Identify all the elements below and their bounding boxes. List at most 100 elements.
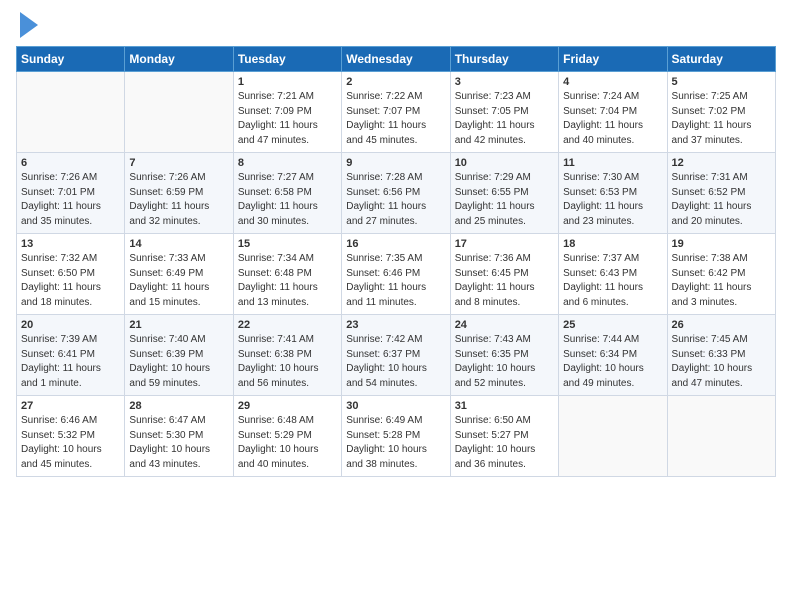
calendar-header-row: SundayMondayTuesdayWednesdayThursdayFrid… <box>17 47 776 72</box>
day-number: 5 <box>672 76 771 88</box>
day-number: 15 <box>238 238 337 250</box>
day-info: Sunrise: 7:36 AM Sunset: 6:45 PM Dayligh… <box>455 252 554 310</box>
calendar-cell: 8 Sunrise: 7:27 AM Sunset: 6:58 PM Daylig… <box>233 153 341 234</box>
day-info: Sunrise: 7:27 AM Sunset: 6:58 PM Dayligh… <box>238 171 337 229</box>
calendar-cell: 15 Sunrise: 7:34 AM Sunset: 6:48 PM Dayli… <box>233 234 341 315</box>
day-number: 31 <box>455 400 554 412</box>
calendar-table: SundayMondayTuesdayWednesdayThursdayFrid… <box>16 46 776 477</box>
calendar-cell: 7Sunrise: 7:26 AM Sunset: 6:59 PM Daylig… <box>125 153 233 234</box>
calendar-cell: 16 Sunrise: 7:35 AM Sunset: 6:46 PM Dayli… <box>342 234 450 315</box>
day-info: Sunrise: 7:43 AM Sunset: 6:35 PM Dayligh… <box>455 333 554 391</box>
calendar-cell: 9 Sunrise: 7:28 AM Sunset: 6:56 PM Daylig… <box>342 153 450 234</box>
day-number: 22 <box>238 319 337 331</box>
day-info: Sunrise: 7:33 AM Sunset: 6:49 PM Dayligh… <box>129 252 228 310</box>
calendar-cell: 18 Sunrise: 7:37 AM Sunset: 6:43 PM Dayli… <box>559 234 667 315</box>
day-info: Sunrise: 7:40 AM Sunset: 6:39 PM Dayligh… <box>129 333 228 391</box>
calendar-cell: 22 Sunrise: 7:41 AM Sunset: 6:38 PM Dayli… <box>233 315 341 396</box>
calendar-cell: 12 Sunrise: 7:31 AM Sunset: 6:52 PM Dayli… <box>667 153 775 234</box>
day-number: 21 <box>129 319 228 331</box>
calendar-cell: 14 Sunrise: 7:33 AM Sunset: 6:49 PM Dayli… <box>125 234 233 315</box>
page-header <box>16 16 776 38</box>
calendar-cell: 10 Sunrise: 7:29 AM Sunset: 6:55 PM Dayli… <box>450 153 558 234</box>
day-number: 19 <box>672 238 771 250</box>
day-info: Sunrise: 7:35 AM Sunset: 6:46 PM Dayligh… <box>346 252 445 310</box>
day-info: Sunrise: 7:24 AM Sunset: 7:04 PM Dayligh… <box>563 90 662 148</box>
header-cell-wednesday: Wednesday <box>342 47 450 72</box>
day-info: Sunrise: 7:25 AM Sunset: 7:02 PM Dayligh… <box>672 90 771 148</box>
header-cell-monday: Monday <box>125 47 233 72</box>
calendar-body: 1 Sunrise: 7:21 AM Sunset: 7:09 PM Daylig… <box>17 72 776 477</box>
day-info: Sunrise: 7:21 AM Sunset: 7:09 PM Dayligh… <box>238 90 337 148</box>
calendar-cell: 29Sunrise: 6:48 AM Sunset: 5:29 PM Dayli… <box>233 396 341 477</box>
day-number: 18 <box>563 238 662 250</box>
day-number: 8 <box>238 157 337 169</box>
calendar-cell: 19 Sunrise: 7:38 AM Sunset: 6:42 PM Dayli… <box>667 234 775 315</box>
day-info: Sunrise: 7:26 AM Sunset: 7:01 PM Dayligh… <box>21 171 120 229</box>
day-info: Sunrise: 7:45 AM Sunset: 6:33 PM Dayligh… <box>672 333 771 391</box>
calendar-cell: 17 Sunrise: 7:36 AM Sunset: 6:45 PM Dayli… <box>450 234 558 315</box>
day-number: 6 <box>21 157 120 169</box>
calendar-cell: 31 Sunrise: 6:50 AM Sunset: 5:27 PM Dayli… <box>450 396 558 477</box>
calendar-cell: 5 Sunrise: 7:25 AM Sunset: 7:02 PM Daylig… <box>667 72 775 153</box>
calendar-cell: 2Sunrise: 7:22 AM Sunset: 7:07 PM Daylig… <box>342 72 450 153</box>
day-info: Sunrise: 7:22 AM Sunset: 7:07 PM Dayligh… <box>346 90 445 148</box>
day-info: Sunrise: 7:37 AM Sunset: 6:43 PM Dayligh… <box>563 252 662 310</box>
day-info: Sunrise: 7:30 AM Sunset: 6:53 PM Dayligh… <box>563 171 662 229</box>
day-info: Sunrise: 7:32 AM Sunset: 6:50 PM Dayligh… <box>21 252 120 310</box>
day-info: Sunrise: 7:31 AM Sunset: 6:52 PM Dayligh… <box>672 171 771 229</box>
day-info: Sunrise: 6:46 AM Sunset: 5:32 PM Dayligh… <box>21 414 120 472</box>
calendar-cell <box>125 72 233 153</box>
day-info: Sunrise: 6:47 AM Sunset: 5:30 PM Dayligh… <box>129 414 228 472</box>
calendar-week-1: 6 Sunrise: 7:26 AM Sunset: 7:01 PM Daylig… <box>17 153 776 234</box>
day-number: 9 <box>346 157 445 169</box>
calendar-week-0: 1 Sunrise: 7:21 AM Sunset: 7:09 PM Daylig… <box>17 72 776 153</box>
day-info: Sunrise: 7:28 AM Sunset: 6:56 PM Dayligh… <box>346 171 445 229</box>
day-info: Sunrise: 7:34 AM Sunset: 6:48 PM Dayligh… <box>238 252 337 310</box>
calendar-cell <box>667 396 775 477</box>
day-info: Sunrise: 7:38 AM Sunset: 6:42 PM Dayligh… <box>672 252 771 310</box>
day-number: 4 <box>563 76 662 88</box>
day-info: Sunrise: 7:42 AM Sunset: 6:37 PM Dayligh… <box>346 333 445 391</box>
day-info: Sunrise: 6:48 AM Sunset: 5:29 PM Dayligh… <box>238 414 337 472</box>
header-cell-saturday: Saturday <box>667 47 775 72</box>
header-cell-tuesday: Tuesday <box>233 47 341 72</box>
day-number: 28 <box>129 400 228 412</box>
day-number: 20 <box>21 319 120 331</box>
day-number: 10 <box>455 157 554 169</box>
calendar-cell: 20Sunrise: 7:39 AM Sunset: 6:41 PM Dayli… <box>17 315 125 396</box>
calendar-cell <box>17 72 125 153</box>
day-info: Sunrise: 7:29 AM Sunset: 6:55 PM Dayligh… <box>455 171 554 229</box>
header-cell-friday: Friday <box>559 47 667 72</box>
day-info: Sunrise: 7:41 AM Sunset: 6:38 PM Dayligh… <box>238 333 337 391</box>
calendar-cell: 6 Sunrise: 7:26 AM Sunset: 7:01 PM Daylig… <box>17 153 125 234</box>
day-number: 1 <box>238 76 337 88</box>
calendar-cell <box>559 396 667 477</box>
calendar-cell: 23Sunrise: 7:42 AM Sunset: 6:37 PM Dayli… <box>342 315 450 396</box>
calendar-week-3: 20Sunrise: 7:39 AM Sunset: 6:41 PM Dayli… <box>17 315 776 396</box>
calendar-cell: 11 Sunrise: 7:30 AM Sunset: 6:53 PM Dayli… <box>559 153 667 234</box>
day-number: 16 <box>346 238 445 250</box>
calendar-cell: 30Sunrise: 6:49 AM Sunset: 5:28 PM Dayli… <box>342 396 450 477</box>
calendar-cell: 26Sunrise: 7:45 AM Sunset: 6:33 PM Dayli… <box>667 315 775 396</box>
calendar-cell: 25Sunrise: 7:44 AM Sunset: 6:34 PM Dayli… <box>559 315 667 396</box>
header-cell-thursday: Thursday <box>450 47 558 72</box>
day-number: 13 <box>21 238 120 250</box>
day-info: Sunrise: 7:23 AM Sunset: 7:05 PM Dayligh… <box>455 90 554 148</box>
calendar-week-4: 27 Sunrise: 6:46 AM Sunset: 5:32 PM Dayli… <box>17 396 776 477</box>
day-info: Sunrise: 6:50 AM Sunset: 5:27 PM Dayligh… <box>455 414 554 472</box>
day-number: 12 <box>672 157 771 169</box>
day-number: 14 <box>129 238 228 250</box>
calendar-cell: 1 Sunrise: 7:21 AM Sunset: 7:09 PM Daylig… <box>233 72 341 153</box>
day-number: 27 <box>21 400 120 412</box>
header-cell-sunday: Sunday <box>17 47 125 72</box>
calendar-cell: 13 Sunrise: 7:32 AM Sunset: 6:50 PM Dayli… <box>17 234 125 315</box>
calendar-cell: 28 Sunrise: 6:47 AM Sunset: 5:30 PM Dayli… <box>125 396 233 477</box>
day-number: 11 <box>563 157 662 169</box>
day-info: Sunrise: 7:26 AM Sunset: 6:59 PM Dayligh… <box>129 171 228 229</box>
day-number: 25 <box>563 319 662 331</box>
calendar-cell: 21 Sunrise: 7:40 AM Sunset: 6:39 PM Dayli… <box>125 315 233 396</box>
logo-arrow-icon <box>20 12 38 38</box>
calendar-cell: 4 Sunrise: 7:24 AM Sunset: 7:04 PM Daylig… <box>559 72 667 153</box>
calendar-cell: 24Sunrise: 7:43 AM Sunset: 6:35 PM Dayli… <box>450 315 558 396</box>
day-number: 17 <box>455 238 554 250</box>
